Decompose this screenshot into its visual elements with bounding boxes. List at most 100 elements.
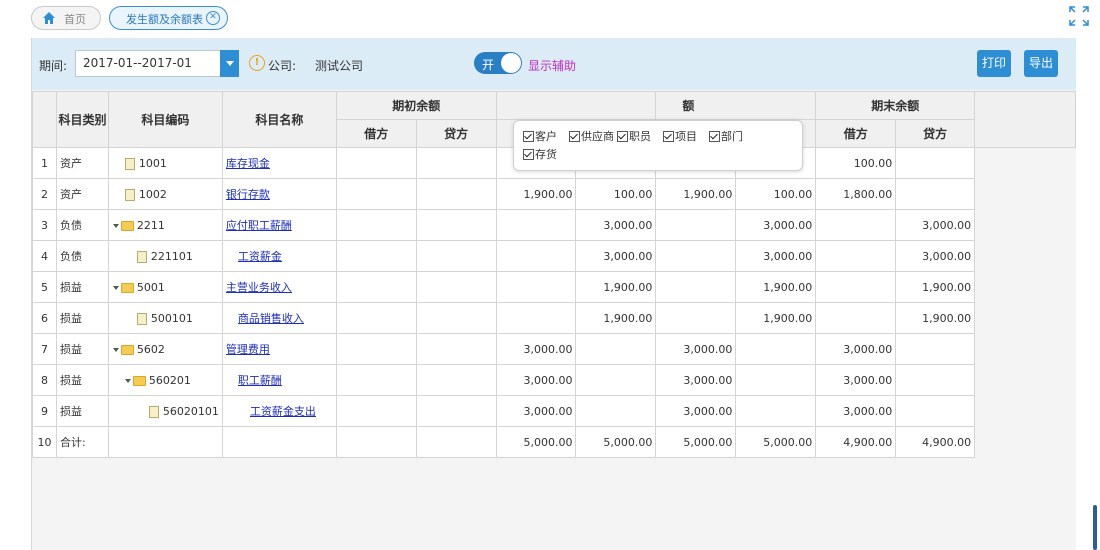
- account-link[interactable]: 职工薪酬: [238, 374, 282, 387]
- checkbox-checked-icon[interactable]: [663, 130, 674, 142]
- table-row[interactable]: 8 损益 560201 职工薪酬 3,000.00 3,000.00 3,000.00: [32, 364, 1076, 396]
- ending-debit-cell: 3,000.00: [815, 333, 897, 365]
- aux-option-department[interactable]: 部门: [709, 128, 743, 144]
- code-cell: 5001: [107, 271, 223, 303]
- category-cell: 合计:: [55, 426, 109, 458]
- name-cell: 管理费用: [221, 333, 337, 365]
- tab-home[interactable]: 首页: [31, 6, 101, 30]
- code-text: 5001: [136, 280, 165, 294]
- col-name-header[interactable]: 科目名称: [221, 91, 337, 148]
- aux-option-label: 存货: [535, 148, 557, 161]
- category-cell: 资产: [55, 178, 109, 210]
- table-row[interactable]: 3 负债 2211 应付职工薪酬 3,000.00 3,000.00 3,000.00: [32, 209, 1076, 241]
- chevron-down-icon[interactable]: [220, 50, 239, 77]
- print-button[interactable]: 打印: [977, 50, 1011, 77]
- table-row[interactable]: 10 合计: 5,000.00 5,000.00 5,000.00 5,000.00 4,9…: [32, 426, 1076, 458]
- opening-debit-cell: [335, 395, 417, 427]
- row-index: 2: [32, 178, 57, 210]
- period-select[interactable]: 2017-01--2017-01: [75, 50, 239, 77]
- col-code-header[interactable]: 科目编码: [107, 91, 223, 148]
- period-debit-cell: 5,000.00: [655, 426, 737, 458]
- table-row[interactable]: 6 损益 500101 商品销售收入 1,900.00 1,900.00 1,900.00: [32, 302, 1076, 334]
- code-cell: [107, 426, 223, 458]
- account-link[interactable]: 主营业务收入: [226, 281, 292, 294]
- aux-option-supplier[interactable]: 供应商: [569, 128, 614, 144]
- ending-credit-cell: 3,000.00: [895, 209, 976, 241]
- ending-debit-cell: 3,000.00: [815, 395, 897, 427]
- show-aux-label[interactable]: 显示辅助: [528, 57, 576, 74]
- ending-debit-cell: 1,800.00: [815, 178, 897, 210]
- opening-debit-cell: [335, 240, 417, 272]
- opening-credit-cell: [415, 240, 497, 272]
- expand-arrow-icon[interactable]: [112, 285, 119, 290]
- export-button[interactable]: 导出: [1024, 50, 1058, 77]
- hidden-debit-cell: 3,000.00: [495, 395, 577, 427]
- opening-debit-cell: [335, 147, 417, 179]
- aux-option-project[interactable]: 项目: [663, 128, 697, 144]
- hidden-credit-cell: 1,900.00: [575, 271, 657, 303]
- company-value: 测试公司: [315, 59, 364, 73]
- account-link[interactable]: 管理费用: [226, 343, 270, 356]
- table-row[interactable]: 4 负债 221101 工资薪金 3,000.00 3,000.00 3,000.00: [32, 240, 1076, 272]
- table-row[interactable]: 5 损益 5001 主营业务收入 1,900.00 1,900.00 1,900.00: [32, 271, 1076, 303]
- opening-debit-cell: [335, 426, 417, 458]
- aux-toggle[interactable]: 开: [474, 52, 522, 74]
- checkbox-checked-icon[interactable]: [617, 130, 628, 142]
- table-row[interactable]: 2 资产 1002 银行存款 1,900.00 100.00 1,900.00 100.00 1…: [32, 178, 1076, 210]
- col-category-header[interactable]: 科目类别: [55, 91, 109, 148]
- expand-arrow-icon[interactable]: [112, 223, 119, 228]
- row-index: 3: [32, 209, 57, 241]
- row-index: 10: [32, 426, 57, 458]
- code-cell: 1001: [107, 147, 223, 179]
- hidden-credit-cell: 5,000.00: [575, 426, 657, 458]
- name-cell: 商品销售收入: [221, 302, 337, 334]
- name-cell: [221, 426, 337, 458]
- checkbox-checked-icon[interactable]: [523, 148, 534, 160]
- file-icon: [124, 157, 135, 170]
- period-debit-cell: [655, 209, 737, 241]
- account-link[interactable]: 银行存款: [226, 188, 270, 201]
- fullscreen-icon[interactable]: [1068, 5, 1090, 27]
- home-icon: [43, 12, 55, 24]
- period-value: 2017-01--2017-01: [83, 56, 192, 70]
- expand-arrow-icon[interactable]: [124, 378, 131, 383]
- checkbox-checked-icon[interactable]: [523, 130, 534, 142]
- aux-option-label: 部门: [721, 130, 743, 143]
- period-debit-cell: [655, 271, 737, 303]
- hidden-debit-cell: 1,900.00: [495, 178, 577, 210]
- aux-option-label: 项目: [675, 130, 697, 143]
- tab-balance-sheet[interactable]: 发生额及余额表 ✕: [109, 6, 228, 30]
- period-debit-cell: 3,000.00: [655, 364, 737, 396]
- row-filler: [974, 147, 1076, 179]
- close-icon[interactable]: ✕: [206, 11, 220, 25]
- table-row[interactable]: 9 损益 56020101 工资薪金支出 3,000.00 3,000.00 3,000.0…: [32, 395, 1076, 427]
- code-text: 1002: [138, 187, 167, 201]
- aux-option-customer[interactable]: 客户: [523, 128, 557, 144]
- period-debit-cell: 3,000.00: [655, 333, 737, 365]
- account-link[interactable]: 库存现金: [226, 157, 270, 170]
- ending-credit-cell: 1,900.00: [895, 271, 976, 303]
- account-link[interactable]: 工资薪金: [238, 250, 282, 263]
- aux-option-staff[interactable]: 职员: [617, 128, 651, 144]
- account-link[interactable]: 商品销售收入: [238, 312, 304, 325]
- row-index: 1: [32, 147, 57, 179]
- name-cell: 工资薪金: [221, 240, 337, 272]
- ending-credit-cell: [895, 364, 976, 396]
- account-link[interactable]: 应付职工薪酬: [226, 219, 292, 232]
- period-debit-cell: [655, 240, 737, 272]
- ending-debit-cell: [815, 209, 897, 241]
- code-text: 2211: [136, 218, 165, 232]
- account-link[interactable]: 工资薪金支出: [250, 405, 316, 418]
- expand-arrow-icon[interactable]: [112, 347, 119, 352]
- checkbox-checked-icon[interactable]: [569, 130, 580, 142]
- hidden-debit-cell: 3,000.00: [495, 364, 577, 396]
- scrollbar[interactable]: [1093, 505, 1097, 550]
- checkbox-checked-icon[interactable]: [709, 130, 720, 142]
- aux-option-inventory[interactable]: 存货: [523, 146, 557, 162]
- table-row[interactable]: 7 损益 5602 管理费用 3,000.00 3,000.00 3,000.00: [32, 333, 1076, 365]
- col-ending-header: 期末余额: [815, 91, 976, 120]
- name-cell: 主营业务收入: [221, 271, 337, 303]
- warning-icon: !: [249, 55, 265, 71]
- credit-header: 贷方: [415, 119, 497, 148]
- ending-credit-cell: [895, 333, 976, 365]
